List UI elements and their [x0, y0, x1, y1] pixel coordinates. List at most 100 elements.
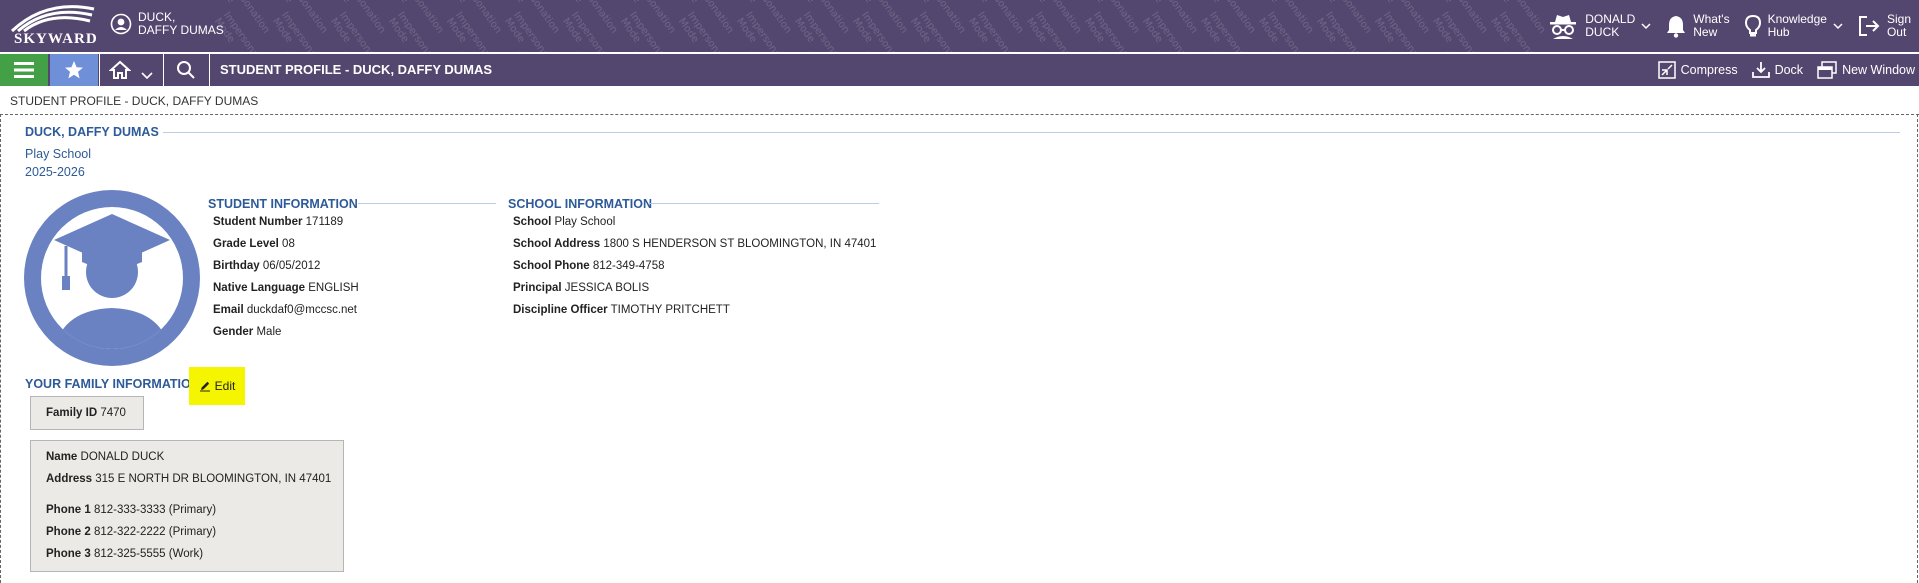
heading-rule — [358, 203, 496, 204]
star-icon — [65, 61, 83, 79]
nav-divider — [209, 54, 210, 86]
heading-rule — [163, 132, 1900, 133]
hamburger-menu-icon — [14, 62, 34, 78]
school-info-field-value: 812-349-4758 — [592, 260, 665, 272]
guardian-address-value: 315 E NORTH DR BLOOMINGTON, IN 47401 — [95, 473, 332, 485]
chevron-down-icon — [1833, 23, 1843, 30]
student-info-field-label: Gender — [213, 326, 254, 338]
dock-label: Dock — [1774, 63, 1804, 77]
compress-icon — [1657, 61, 1676, 79]
guardian-name-label: Name — [46, 451, 78, 463]
student-info-field: Student Number 171189 — [213, 216, 343, 228]
school-info-field: School Address 1800 S HENDERSON ST BLOOM… — [513, 238, 876, 250]
student-info-field-value: 06/05/2012 — [262, 260, 321, 272]
school-info-field-label: School Phone — [513, 260, 590, 272]
new-window-button[interactable]: New Window — [1817, 61, 1915, 79]
school-info-field-label: School — [513, 216, 552, 228]
student-info-field-value: Male — [256, 326, 282, 338]
pencil-icon — [199, 381, 210, 392]
dock-icon — [1751, 62, 1770, 78]
compress-button[interactable]: Compress — [1657, 61, 1738, 79]
school-year: 2025-2026 — [25, 165, 85, 179]
student-info-field-label: Native Language — [213, 282, 306, 294]
guardian-phone-field-label: Phone 2 — [46, 526, 91, 538]
student-information-heading: STUDENT INFORMATION — [208, 197, 358, 211]
family-id-box: Family ID 7470 — [30, 396, 144, 430]
guardian-phone-field-value: 812-325-5555 (Work) — [93, 548, 204, 560]
nav-divider — [99, 54, 100, 86]
user-menu[interactable]: DONALD DUCK — [1547, 13, 1651, 39]
bell-icon — [1667, 16, 1686, 38]
dock-button[interactable]: Dock — [1751, 61, 1804, 79]
home-icon — [109, 60, 131, 79]
student-info-field: Birthday 06/05/2012 — [213, 260, 320, 272]
top-banner: ImpersonationModeImpersonationModeImpers… — [0, 0, 1919, 52]
sign-out-line2: Out — [1886, 25, 1907, 39]
school-info-field-value: Play School — [554, 216, 616, 228]
student-school: Play School — [25, 147, 92, 161]
student-info-field-label: Email — [213, 304, 244, 316]
breadcrumb: STUDENT PROFILE - DUCK, DAFFY DUMAS — [10, 94, 259, 108]
student-info-field-value: ENGLISH — [308, 282, 359, 294]
edit-label: Edit — [214, 379, 236, 393]
main-menu-button[interactable] — [0, 54, 48, 86]
guardian-name-value: DONALD DUCK — [80, 451, 165, 463]
student-info-field: Email duckdaf0@mccsc.net — [213, 304, 357, 316]
school-info-field-value: 1800 S HENDERSON ST BLOOMINGTON, IN 4740… — [603, 238, 877, 250]
school-info-field-value: JESSICA BOLIS — [564, 282, 650, 294]
graduate-avatar-icon — [24, 190, 200, 366]
whats-new-button[interactable]: What's New — [1665, 13, 1730, 39]
school-info-field: Discipline Officer TIMOTHY PRITCHETT — [513, 304, 730, 316]
student-info-field-value: 08 — [282, 238, 295, 250]
family-id-field: Family ID 7470 — [46, 407, 126, 419]
edit-family-button[interactable]: Edit — [189, 367, 245, 405]
chevron-down-icon[interactable] — [141, 70, 153, 80]
school-information-heading: SCHOOL INFORMATION — [508, 197, 652, 211]
skyward-logo[interactable]: SKYWARD — [6, 3, 98, 47]
school-info-field: Principal JESSICA BOLIS — [513, 282, 649, 294]
family-information-heading: YOUR FAMILY INFORMATION — [25, 377, 200, 391]
student-switcher[interactable]: DUCK, DAFFY DUMAS — [110, 10, 224, 38]
incognito-user-icon — [1550, 15, 1577, 39]
logo-text: SKYWARD — [14, 31, 98, 47]
school-info-field-value: TIMOTHY PRITCHETT — [610, 304, 730, 316]
school-info-field-label: Discipline Officer — [513, 304, 608, 316]
student-info-field: Native Language ENGLISH — [213, 282, 359, 294]
guardian-address-label: Address — [46, 473, 93, 485]
guardian-phone-field-value: 812-333-3333 (Primary) — [93, 504, 217, 516]
student-info-field-value: 171189 — [305, 216, 344, 228]
new-window-icon — [1817, 61, 1837, 79]
search-icon — [177, 61, 195, 79]
school-info-field: School Play School — [513, 216, 615, 228]
family-id-value: 7470 — [100, 407, 126, 419]
home-button[interactable] — [100, 54, 162, 86]
student-info-field-label: Student Number — [213, 216, 303, 228]
student-info-field-label: Grade Level — [213, 238, 279, 250]
search-button[interactable] — [164, 54, 208, 86]
chevron-down-icon — [1641, 23, 1651, 30]
guardian-box: Name DONALD DUCK Address 315 E NORTH DR … — [30, 440, 344, 572]
school-info-field: School Phone 812-349-4758 — [513, 260, 665, 272]
family-id-label: Family ID — [46, 407, 98, 419]
guardian-phone-field-label: Phone 1 — [46, 504, 91, 516]
heading-rule — [650, 203, 879, 204]
sign-out-icon — [1858, 16, 1880, 36]
content-border — [0, 114, 1, 583]
student-info-field: Grade Level 08 — [213, 238, 295, 250]
guardian-phone-field: Phone 3 812-325-5555 (Work) — [46, 548, 203, 560]
guardian-address-field: Address 315 E NORTH DR BLOOMINGTON, IN 4… — [46, 473, 331, 485]
favorites-button[interactable] — [50, 54, 98, 86]
student-info-field-label: Birthday — [213, 260, 260, 272]
lightbulb-icon — [1744, 14, 1761, 37]
sign-out-button[interactable]: Sign Out — [1857, 13, 1911, 39]
student-switch-line2: DAFFY DUMAS — [138, 23, 224, 37]
knowledge-hub-button[interactable]: Knowledge Hub — [1744, 13, 1843, 39]
page-title: STUDENT PROFILE - DUCK, DAFFY DUMAS — [220, 62, 493, 77]
compress-label: Compress — [1680, 63, 1738, 77]
student-avatar-icon — [110, 13, 132, 35]
student-info-field-value: duckdaf0@mccsc.net — [246, 304, 357, 316]
knowledge-hub-line2: Hub — [1767, 25, 1790, 39]
school-info-field-label: School Address — [513, 238, 601, 250]
school-info-field-label: Principal — [513, 282, 562, 294]
navigation-bar: STUDENT PROFILE - DUCK, DAFFY DUMAS Comp… — [0, 54, 1919, 86]
